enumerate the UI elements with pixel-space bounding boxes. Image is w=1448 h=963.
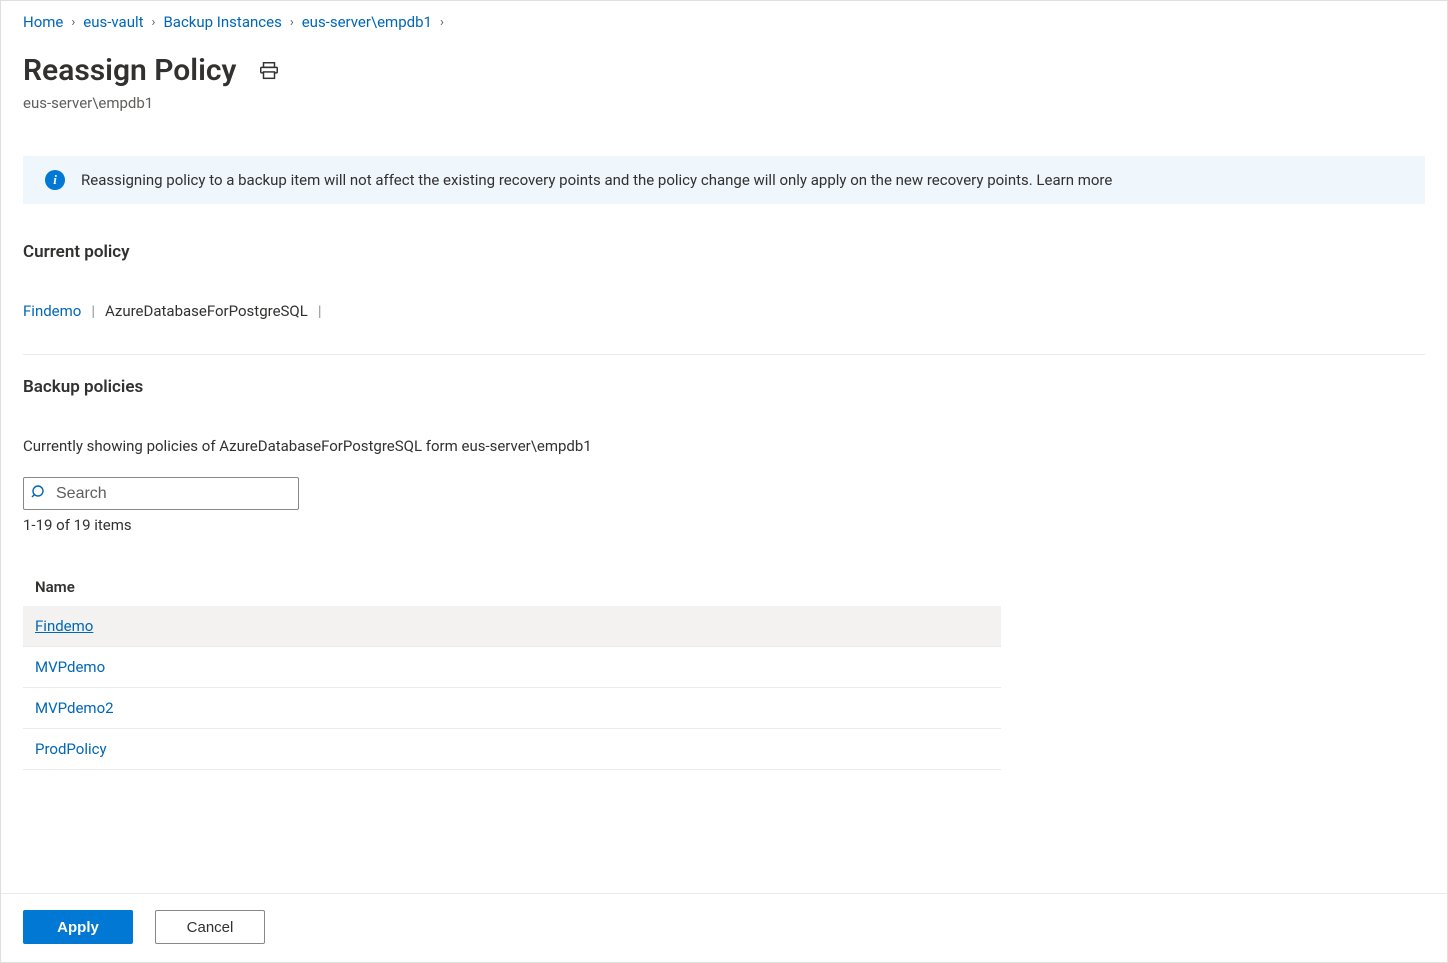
page-subtitle: eus-server\empdb1 — [23, 94, 1425, 112]
page-title: Reassign Policy — [23, 53, 1425, 88]
apply-button[interactable]: Apply — [23, 910, 133, 944]
search-input-wrap — [23, 477, 299, 510]
column-header-name[interactable]: Name — [23, 568, 1001, 606]
breadcrumb-item-vault[interactable]: eus-vault — [83, 13, 143, 31]
breadcrumb-item-backup-instances[interactable]: Backup Instances — [163, 13, 281, 31]
breadcrumb-item-instance[interactable]: eus-server\empdb1 — [302, 13, 432, 31]
current-policy-value: Findemo | AzureDatabaseForPostgreSQL | — [23, 302, 1425, 320]
info-banner-text: Reassigning policy to a backup item will… — [81, 171, 1112, 189]
current-policy-label: Current policy — [23, 242, 1425, 262]
search-icon — [31, 484, 47, 504]
print-icon[interactable] — [258, 60, 280, 82]
table-row[interactable]: Findemo — [23, 606, 1001, 647]
chevron-right-icon: › — [290, 15, 294, 30]
divider — [23, 354, 1425, 355]
current-policy-link[interactable]: Findemo — [23, 302, 81, 320]
item-count: 1-19 of 19 items — [23, 516, 1425, 534]
cancel-button[interactable]: Cancel — [155, 910, 265, 944]
breadcrumb: Home › eus-vault › Backup Instances › eu… — [23, 13, 1425, 31]
backup-policies-label: Backup policies — [23, 377, 1425, 397]
breadcrumb-item-home[interactable]: Home — [23, 13, 63, 31]
policy-table: Name Findemo MVPdemo MVPdemo2 ProdPolicy — [23, 568, 1001, 770]
policy-link[interactable]: MVPdemo2 — [35, 699, 114, 717]
table-row[interactable]: MVPdemo — [23, 647, 1001, 688]
info-icon: i — [45, 170, 65, 190]
table-row[interactable]: MVPdemo2 — [23, 688, 1001, 729]
current-policy-type: AzureDatabaseForPostgreSQL — [105, 302, 308, 320]
backup-policies-showing: Currently showing policies of AzureDatab… — [23, 437, 1425, 455]
chevron-right-icon: › — [440, 15, 444, 30]
table-row[interactable]: ProdPolicy — [23, 729, 1001, 770]
info-banner: i Reassigning policy to a backup item wi… — [23, 156, 1425, 204]
page-title-text: Reassign Policy — [23, 53, 236, 88]
policy-link[interactable]: MVPdemo — [35, 658, 105, 676]
policy-link[interactable]: Findemo — [35, 617, 93, 635]
search-input[interactable] — [23, 477, 299, 510]
chevron-right-icon: › — [71, 15, 75, 30]
policy-link[interactable]: ProdPolicy — [35, 740, 107, 758]
chevron-right-icon: › — [152, 15, 156, 30]
footer-bar: Apply Cancel — [1, 893, 1447, 962]
